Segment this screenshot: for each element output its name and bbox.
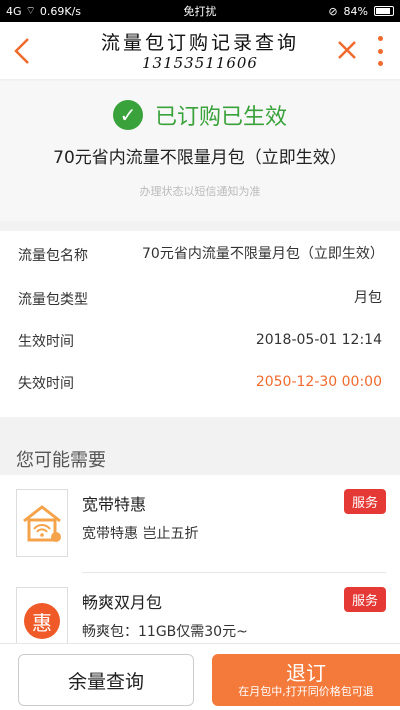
package-details: 流量包名称 70元省内流量不限量月包（立即生效） 流量包类型 月包 生效时间 2… xyxy=(0,231,400,417)
recommend-desc: 宽带特惠 岂止五折 xyxy=(82,526,199,542)
dnd-text: 免打扰 xyxy=(183,5,217,18)
broadband-house-icon xyxy=(16,489,68,557)
service-tag[interactable]: 服务 xyxy=(343,489,386,514)
status-bar: 4G ⌔ 0.69K/s 免打扰 ⊘ 84% xyxy=(0,0,400,22)
service-tag[interactable]: 服务 xyxy=(343,587,386,612)
battery-icon xyxy=(374,6,394,16)
detail-label: 失效时间 xyxy=(18,376,74,392)
network-label: 4G xyxy=(6,4,22,18)
subscription-status-card: ✓ 已订购已生效 70元省内流量不限量月包（立即生效） 办理状态以短信通知为准 xyxy=(0,81,400,221)
package-name: 70元省内流量不限量月包（立即生效） xyxy=(53,148,347,168)
top-bar: 流量包订购记录查询 13153511606 xyxy=(0,22,400,80)
network-speed: 0.69K/s xyxy=(39,4,82,18)
detail-value: 2018-05-01 12:14 xyxy=(255,332,382,348)
detail-value: 2050-12-30 00:00 xyxy=(255,374,382,390)
wifi-icon: ⌔ xyxy=(25,4,36,17)
recommend-name: 宽带特惠 xyxy=(82,495,147,514)
phone-number: 13153511606 xyxy=(142,54,258,72)
bottom-action-bar: 余量查询 退订 在月包中,打开同价格包可退 xyxy=(0,643,400,710)
alarm-icon: ⊘ xyxy=(328,4,338,18)
status-text: 已订购已生效 xyxy=(154,105,287,130)
detail-label: 生效时间 xyxy=(18,334,74,350)
more-menu-icon[interactable] xyxy=(376,36,384,66)
close-icon[interactable] xyxy=(336,36,358,73)
check-icon: ✓ xyxy=(112,100,143,130)
detail-row-start: 生效时间 2018-05-01 12:14 xyxy=(18,331,382,351)
discount-icon: 惠 xyxy=(24,603,60,639)
detail-value: 月包 xyxy=(354,290,382,306)
detail-row-type: 流量包类型 月包 xyxy=(18,289,382,309)
recommend-list: 宽带特惠 宽带特惠 岂止五折 服务 惠 畅爽双月包 畅爽包：11GB仅需30元~… xyxy=(0,475,400,665)
recommend-header: 您可能需要 xyxy=(16,450,106,471)
battery-percent: 84% xyxy=(343,4,368,18)
detail-row-end: 失效时间 2050-12-30 00:00 xyxy=(18,373,382,393)
unsubscribe-button[interactable]: 退订 在月包中,打开同价格包可退 xyxy=(212,654,400,706)
status-note: 办理状态以短信通知为准 xyxy=(139,185,261,198)
page-title: 流量包订购记录查询 xyxy=(100,32,299,54)
detail-value: 70元省内流量不限量月包（立即生效） xyxy=(142,246,384,262)
recommend-name: 畅爽双月包 xyxy=(82,593,163,612)
detail-label: 流量包类型 xyxy=(18,292,88,308)
detail-label: 流量包名称 xyxy=(18,248,88,264)
detail-row-name: 流量包名称 70元省内流量不限量月包（立即生效） xyxy=(18,245,384,265)
balance-query-button[interactable]: 余量查询 xyxy=(18,654,194,706)
recommend-desc: 畅爽包：11GB仅需30元~ xyxy=(82,624,248,640)
recommend-item-broadband[interactable]: 宽带特惠 宽带特惠 岂止五折 服务 xyxy=(0,475,400,567)
back-icon[interactable] xyxy=(12,36,38,66)
unsubscribe-hint: 在月包中,打开同价格包可退 xyxy=(238,685,374,698)
unsubscribe-label: 退订 xyxy=(286,661,326,685)
